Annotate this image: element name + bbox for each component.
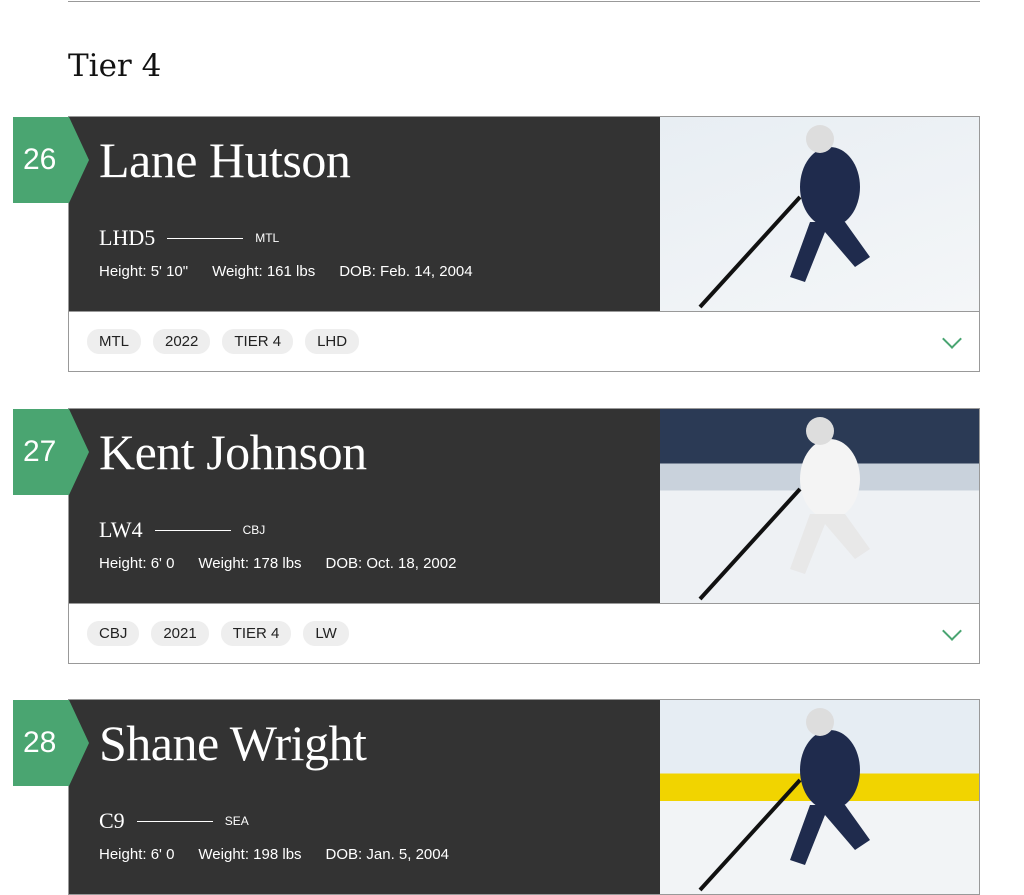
chevron-down-icon[interactable] bbox=[942, 621, 962, 641]
divider bbox=[136, 820, 213, 822]
tag[interactable]: TIER 4 bbox=[220, 621, 292, 646]
player-height: Height: 6' 0 bbox=[99, 846, 175, 863]
chevron-down-icon[interactable] bbox=[942, 329, 962, 349]
player-photo bbox=[660, 409, 979, 603]
player-team: SEA bbox=[224, 814, 249, 828]
player-name: Lane Hutson bbox=[99, 132, 351, 188]
tag[interactable]: 2022 bbox=[153, 329, 211, 354]
player-photo bbox=[660, 117, 979, 311]
player-weight: Weight: 161 lbs bbox=[212, 263, 316, 280]
player-card[interactable]: 28 Shane Wright C9 SEA Height: 6' 0 Weig… bbox=[13, 699, 980, 895]
divider bbox=[68, 0, 980, 2]
tag[interactable]: TIER 4 bbox=[222, 329, 294, 354]
player-photo bbox=[660, 700, 979, 894]
player-position: C9 bbox=[99, 808, 125, 833]
player-card[interactable]: 26 Lane Hutson LHD5 MTL Height: 5' 10" W… bbox=[13, 116, 980, 372]
player-header: 28 Shane Wright C9 SEA Height: 6' 0 Weig… bbox=[13, 700, 979, 894]
player-team: CBJ bbox=[242, 523, 266, 537]
player-dob: DOB: Oct. 18, 2002 bbox=[325, 555, 457, 572]
player-position: LW4 bbox=[99, 517, 143, 542]
player-height: Height: 6' 0 bbox=[99, 555, 175, 572]
player-card[interactable]: 27 Kent Johnson LW4 CBJ Height: 6' 0 Wei… bbox=[13, 408, 980, 664]
divider bbox=[154, 529, 231, 531]
rank-badge: 26 bbox=[13, 117, 89, 203]
rank-badge: 27 bbox=[13, 409, 89, 495]
player-weight: Weight: 178 lbs bbox=[198, 555, 302, 572]
tag[interactable]: MTL bbox=[87, 329, 141, 354]
player-silhouette bbox=[698, 417, 870, 601]
player-height: Height: 5' 10" bbox=[99, 263, 189, 280]
player-silhouette bbox=[698, 125, 870, 309]
card-footer: MTL 2022 TIER 4 LHD bbox=[69, 311, 979, 371]
rank-badge: 28 bbox=[13, 700, 89, 786]
player-weight: Weight: 198 lbs bbox=[198, 846, 302, 863]
divider bbox=[167, 237, 244, 239]
player-name: Kent Johnson bbox=[99, 424, 367, 480]
tag[interactable]: LHD bbox=[305, 329, 360, 354]
player-team: MTL bbox=[255, 231, 280, 245]
player-dob: DOB: Jan. 5, 2004 bbox=[325, 846, 449, 863]
tag[interactable]: 2021 bbox=[151, 621, 209, 646]
player-header: 27 Kent Johnson LW4 CBJ Height: 6' 0 Wei… bbox=[13, 409, 979, 603]
player-silhouette bbox=[698, 708, 870, 892]
tag[interactable]: LW bbox=[303, 621, 349, 646]
player-position: LHD5 bbox=[99, 225, 156, 250]
card-footer: CBJ 2021 TIER 4 LW bbox=[69, 603, 979, 663]
player-dob: DOB: Feb. 14, 2004 bbox=[339, 263, 473, 280]
player-name: Shane Wright bbox=[99, 715, 367, 771]
player-header: 26 Lane Hutson LHD5 MTL Height: 5' 10" W… bbox=[13, 117, 979, 311]
tag[interactable]: CBJ bbox=[87, 621, 140, 646]
section-title: Tier 4 bbox=[68, 48, 162, 84]
